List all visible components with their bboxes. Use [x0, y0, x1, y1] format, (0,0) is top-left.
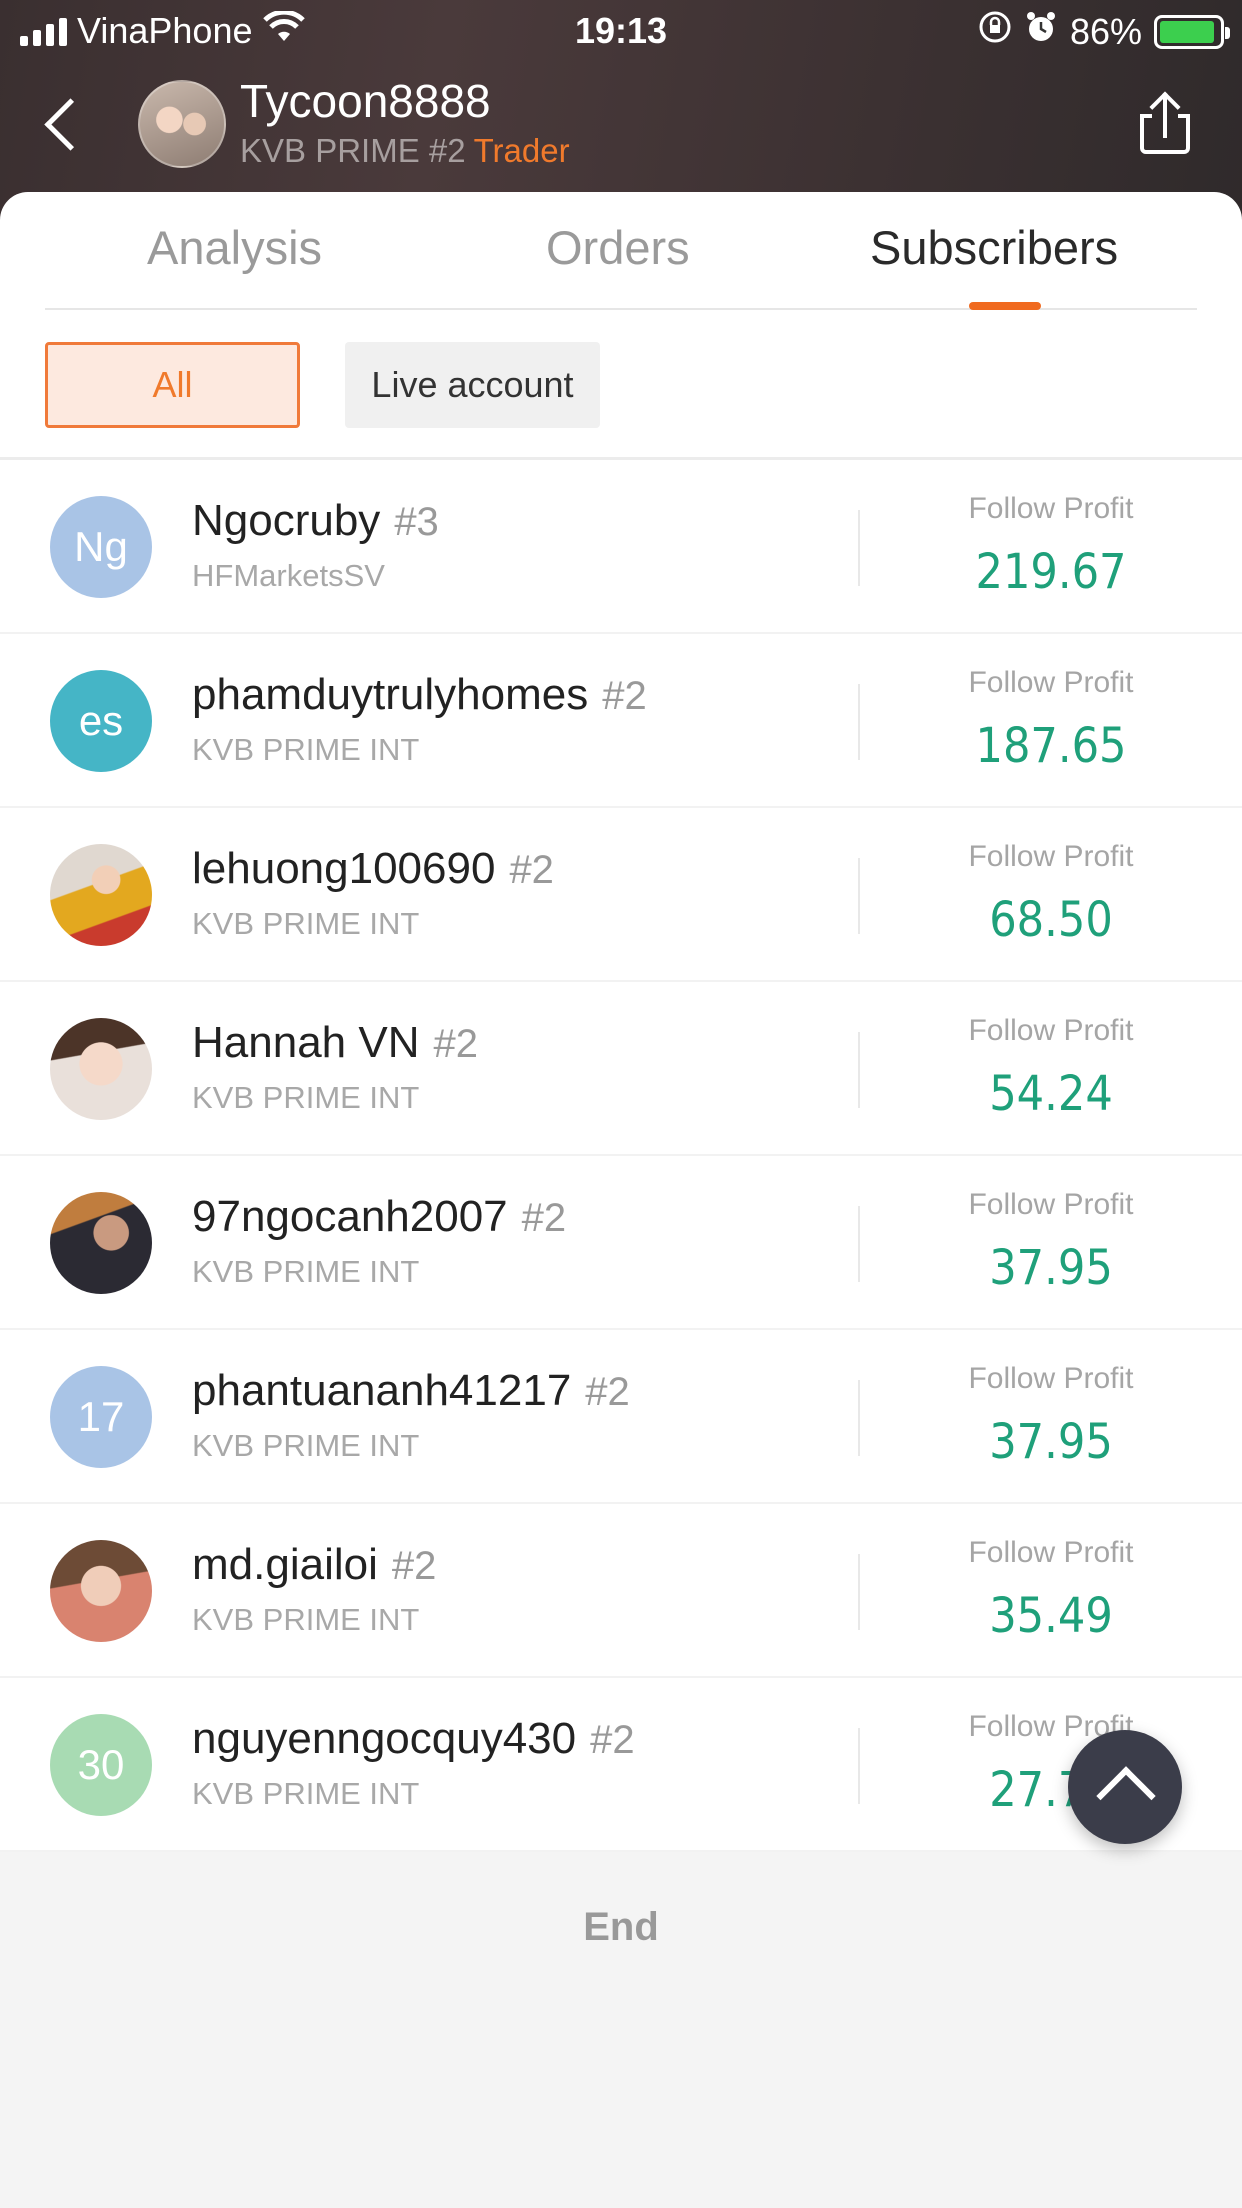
filter-all-button[interactable]: All: [45, 342, 300, 428]
divider: [858, 684, 860, 760]
subscriber-name-line: 97ngocanh2007 #2: [192, 1192, 566, 1242]
subscriber-avatar[interactable]: [50, 844, 152, 946]
tab-bar: Analysis Orders Subscribers: [45, 192, 1197, 310]
subscriber-name: Ngocruby: [192, 496, 381, 545]
end-of-list-label: End: [583, 1905, 659, 1949]
subscriber-row[interactable]: md.giailoi #2 KVB PRIME INT Follow Profit 35…: [0, 1504, 1242, 1678]
subscriber-name-line: Ngocruby #3: [192, 496, 439, 546]
orientation-lock-icon: [978, 10, 1012, 53]
divider: [858, 1554, 860, 1630]
trader-broker-rank: KVB PRIME #2: [240, 132, 466, 169]
subscriber-rank: #2: [509, 848, 554, 892]
subscriber-name-line: phantuananh41217 #2: [192, 1366, 630, 1416]
subscriber-broker: KVB PRIME INT: [192, 1776, 420, 1811]
active-tab-indicator: [969, 302, 1041, 310]
subscriber-avatar[interactable]: 17: [50, 1366, 152, 1468]
subscriber-row[interactable]: 17 phantuananh41217 #2 KVB PRIME INT Follow …: [0, 1330, 1242, 1504]
divider: [858, 1380, 860, 1456]
subscriber-name: phantuananh41217: [192, 1366, 572, 1415]
follow-profit-value: 37.95: [989, 1414, 1113, 1470]
subscriber-row[interactable]: es phamduytrulyhomes #2 KVB PRIME INT Follow…: [0, 634, 1242, 808]
subscriber-name: nguyenngocquy430: [192, 1714, 577, 1763]
follow-profit-label: Follow Profit: [968, 492, 1134, 525]
follow-profit-label: Follow Profit: [968, 1014, 1134, 1047]
subscriber-name-line: Hannah VN #2: [192, 1018, 478, 1068]
tab-orders[interactable]: Orders: [546, 220, 690, 275]
battery-icon: [1154, 14, 1230, 49]
trader-subtitle: KVB PRIME #2 Trader: [240, 132, 570, 170]
divider: [858, 510, 860, 586]
tab-subscribers[interactable]: Subscribers: [870, 220, 1118, 275]
subscriber-broker: KVB PRIME INT: [192, 1080, 420, 1115]
subscriber-rank: #2: [602, 674, 647, 718]
subscriber-row[interactable]: 97ngocanh2007 #2 KVB PRIME INT Follow Profi…: [0, 1156, 1242, 1330]
trader-avatar[interactable]: [138, 80, 226, 168]
subscriber-name-line: md.giailoi #2: [192, 1540, 436, 1590]
subscriber-avatar[interactable]: 30: [50, 1714, 152, 1816]
subscriber-broker: KVB PRIME INT: [192, 1428, 420, 1463]
subscriber-row[interactable]: lehuong100690 #2 KVB PRIME INT Follow Profi…: [0, 808, 1242, 982]
subscriber-rank: #2: [391, 1544, 437, 1588]
status-bar: VinaPhone 19:13 86%: [0, 0, 1242, 62]
trader-name: Tycoon8888: [240, 75, 491, 127]
subscriber-row[interactable]: Hannah VN #2 KVB PRIME INT Follow Profit 54.…: [0, 982, 1242, 1156]
subscriber-avatar[interactable]: es: [50, 670, 152, 772]
subscriber-rank: #3: [394, 500, 439, 544]
follow-profit-value: 54.24: [989, 1066, 1113, 1122]
subscriber-broker: KVB PRIME INT: [192, 1602, 420, 1637]
subscriber-avatar[interactable]: Ng: [50, 496, 152, 598]
subscriber-name-line: phamduytrulyhomes #2: [192, 670, 647, 720]
subscriber-name-line: lehuong100690 #2: [192, 844, 554, 894]
subscriber-broker: HFMarketsSV: [192, 558, 385, 593]
divider: [858, 1728, 860, 1804]
subscriber-avatar[interactable]: [50, 1192, 152, 1294]
filter-live-account-button[interactable]: Live account: [345, 342, 600, 428]
follow-profit-label: Follow Profit: [968, 1188, 1134, 1221]
follow-profit-value: 37.95: [989, 1240, 1113, 1296]
follow-profit-label: Follow Profit: [968, 666, 1134, 699]
subscriber-avatar[interactable]: [50, 1540, 152, 1642]
subscriber-avatar[interactable]: [50, 1018, 152, 1120]
subscriber-broker: KVB PRIME INT: [192, 906, 420, 941]
subscriber-rank: #2: [590, 1718, 635, 1762]
subscriber-rank: #2: [521, 1196, 567, 1240]
battery-percent: 86%: [1069, 10, 1142, 52]
subscriber-row[interactable]: 30 nguyenngocquy430 #2 KVB PRIME INT Follow …: [0, 1678, 1242, 1852]
divider: [858, 858, 860, 934]
follow-profit-label: Follow Profit: [968, 1536, 1134, 1569]
follow-profit-value: 219.67: [975, 544, 1127, 600]
follow-profit-value: 187.65: [975, 718, 1127, 774]
content-card: Analysis Orders Subscribers All Live acc…: [0, 192, 1242, 1852]
subscriber-name: Hannah VN: [192, 1018, 420, 1067]
scroll-to-top-button[interactable]: [1068, 1730, 1182, 1844]
subscriber-row[interactable]: Ng Ngocruby #3 HFMarketsSV Follow Profit 219.…: [0, 460, 1242, 634]
nav-bar: Tycoon8888 KVB PRIME #2 Trader: [0, 62, 1242, 192]
divider: [858, 1206, 860, 1282]
share-button[interactable]: [1138, 91, 1194, 156]
follow-profit-value: 35.49: [989, 1588, 1113, 1644]
subscriber-rank: #2: [433, 1022, 478, 1066]
subscriber-name-line: nguyenngocquy430 #2: [192, 1714, 635, 1764]
subscriber-list: Ng Ngocruby #3 HFMarketsSV Follow Profit 219.…: [0, 460, 1242, 1852]
back-button[interactable]: [36, 92, 96, 156]
subscriber-broker: KVB PRIME INT: [192, 1254, 420, 1289]
follow-profit-label: Follow Profit: [968, 1362, 1134, 1395]
status-right: 86%: [978, 10, 1230, 53]
follow-profit-value: 68.50: [989, 892, 1113, 948]
subscriber-name: phamduytrulyhomes: [192, 670, 589, 719]
follow-profit-label: Follow Profit: [968, 840, 1134, 873]
subscriber-name: md.giailoi: [192, 1540, 378, 1589]
tab-analysis[interactable]: Analysis: [147, 220, 322, 275]
subscriber-name: lehuong100690: [192, 844, 496, 893]
trader-role: Trader: [473, 132, 570, 169]
subscriber-broker: KVB PRIME INT: [192, 732, 420, 767]
subscriber-rank: #2: [585, 1370, 630, 1414]
subscriber-name: 97ngocanh2007: [192, 1192, 508, 1241]
alarm-icon: [1024, 10, 1058, 53]
follow-profit-label: Follow Profit: [968, 1710, 1134, 1743]
divider: [858, 1032, 860, 1108]
